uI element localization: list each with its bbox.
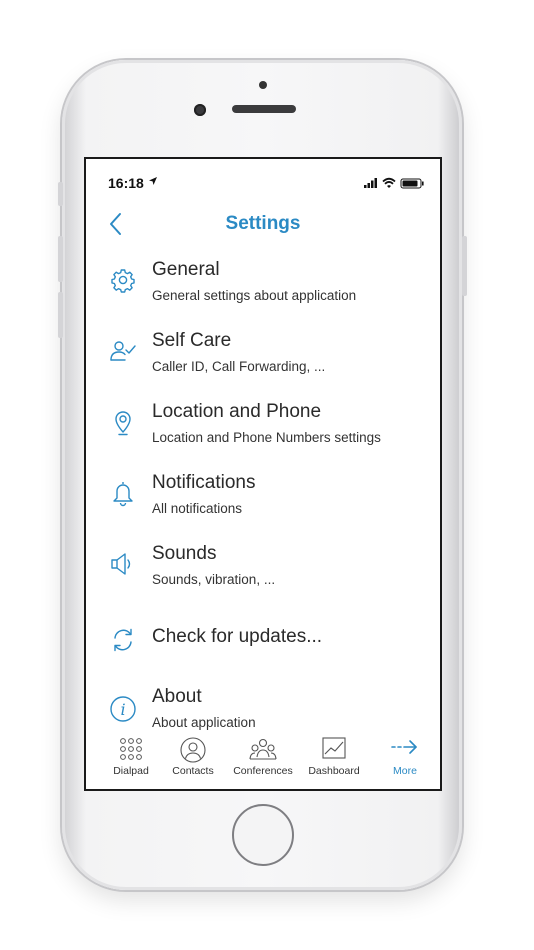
settings-item-subtitle: About application	[152, 715, 256, 730]
settings-item-subtitle: Caller ID, Call Forwarding, ...	[152, 359, 326, 374]
settings-item-title: Check for updates...	[152, 626, 323, 647]
refresh-icon	[114, 628, 132, 652]
settings-item-sounds[interactable]: Sounds Sounds, vibration, ...	[86, 539, 440, 603]
settings-item-check-updates[interactable]: Check for updates...	[86, 610, 440, 674]
settings-item-title: General	[152, 259, 220, 280]
user-check-icon	[110, 341, 136, 361]
home-button[interactable]	[232, 804, 294, 866]
location-pin-icon	[115, 411, 131, 436]
settings-item-subtitle: General settings about application	[152, 288, 357, 303]
power-button	[462, 236, 467, 296]
tab-dashboard[interactable]: Dashboard	[299, 731, 369, 789]
svg-text:i: i	[120, 700, 125, 719]
contacts-icon	[180, 737, 206, 763]
location-arrow-icon	[148, 176, 158, 189]
tab-label: Conferences	[233, 765, 293, 777]
more-arrow-icon	[391, 740, 417, 754]
settings-item-title: Location and Phone	[152, 401, 322, 422]
wifi-icon	[382, 177, 396, 188]
gear-icon	[111, 269, 135, 293]
tab-contacts[interactable]: Contacts	[158, 731, 228, 789]
info-icon: i	[110, 696, 136, 722]
settings-item-location-and-phone[interactable]: Location and Phone Location and Phone Nu…	[86, 397, 440, 461]
tab-label: Dialpad	[113, 765, 149, 777]
status-time: 16:18	[108, 175, 144, 191]
dashboard-icon	[322, 737, 346, 759]
volume-down-button	[58, 292, 63, 338]
page-title: Settings	[225, 213, 301, 234]
navigation-bar: Settings	[86, 203, 440, 247]
proximity-sensor	[259, 81, 267, 89]
tab-more[interactable]: More	[370, 731, 440, 789]
battery-icon	[400, 178, 424, 189]
bell-icon	[113, 482, 133, 507]
volume-up-button	[58, 236, 63, 282]
settings-item-title: Notifications	[152, 472, 256, 493]
settings-item-self-care[interactable]: Self Care Caller ID, Call Forwarding, ..…	[86, 326, 440, 390]
settings-item-title: Sounds	[152, 543, 217, 564]
settings-item-subtitle: Location and Phone Numbers settings	[152, 430, 381, 445]
tab-dialpad[interactable]: Dialpad	[96, 731, 166, 789]
tab-label: More	[393, 765, 417, 777]
signal-icon	[364, 178, 377, 188]
front-camera	[194, 104, 206, 116]
tab-conferences[interactable]: Conferences	[228, 731, 298, 789]
mute-switch	[58, 182, 63, 206]
settings-item-subtitle: All notifications	[152, 501, 243, 516]
app-screen: 16:18 Settings General General settings …	[84, 157, 442, 791]
earpiece-speaker	[232, 105, 296, 113]
tab-label: Contacts	[172, 765, 214, 777]
status-icons	[364, 177, 424, 189]
tab-label: Dashboard	[308, 765, 360, 777]
settings-item-title: About	[152, 686, 202, 707]
settings-item-title: Self Care	[152, 330, 232, 351]
dialpad-icon	[120, 738, 142, 760]
tab-bar: Dialpad Contacts Conferences Dashboard M…	[86, 731, 440, 789]
settings-item-notifications[interactable]: Notifications All notifications	[86, 468, 440, 532]
settings-item-subtitle: Sounds, vibration, ...	[152, 572, 276, 587]
settings-item-general[interactable]: General General settings about applicati…	[86, 255, 440, 319]
conferences-icon	[249, 738, 277, 760]
speaker-icon	[111, 553, 131, 575]
status-bar: 16:18	[86, 159, 440, 203]
